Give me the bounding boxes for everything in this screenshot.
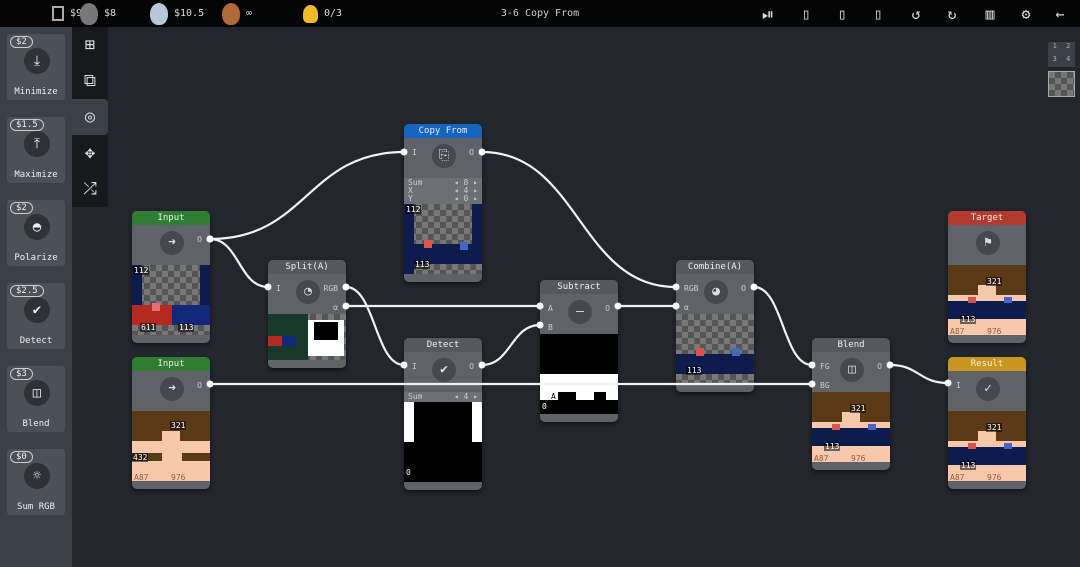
port-dot[interactable] [808,380,816,388]
wire [209,237,269,289]
port-dot[interactable] [206,380,214,388]
port-dot[interactable] [342,302,350,310]
port-dot[interactable] [750,283,758,291]
port-dot[interactable] [264,283,272,291]
wire [889,363,949,385]
wire [345,285,405,367]
port-dot[interactable] [944,379,952,387]
port-dot[interactable] [536,321,544,329]
port-dot[interactable] [400,361,408,369]
port-dot[interactable] [808,361,816,369]
port-dot[interactable] [536,302,544,310]
port-dot[interactable] [672,283,680,291]
wire [481,150,677,289]
port-dot[interactable] [614,302,622,310]
port-dot[interactable] [206,235,214,243]
wire-layer [206,148,952,388]
port-dot[interactable] [400,148,408,156]
port-dot[interactable] [478,361,486,369]
port-dot[interactable] [342,283,350,291]
wire [753,285,813,367]
wire [481,323,541,367]
port-dot[interactable] [886,361,894,369]
port-dot[interactable] [478,148,486,156]
wire [209,150,405,241]
port-dot[interactable] [672,302,680,310]
